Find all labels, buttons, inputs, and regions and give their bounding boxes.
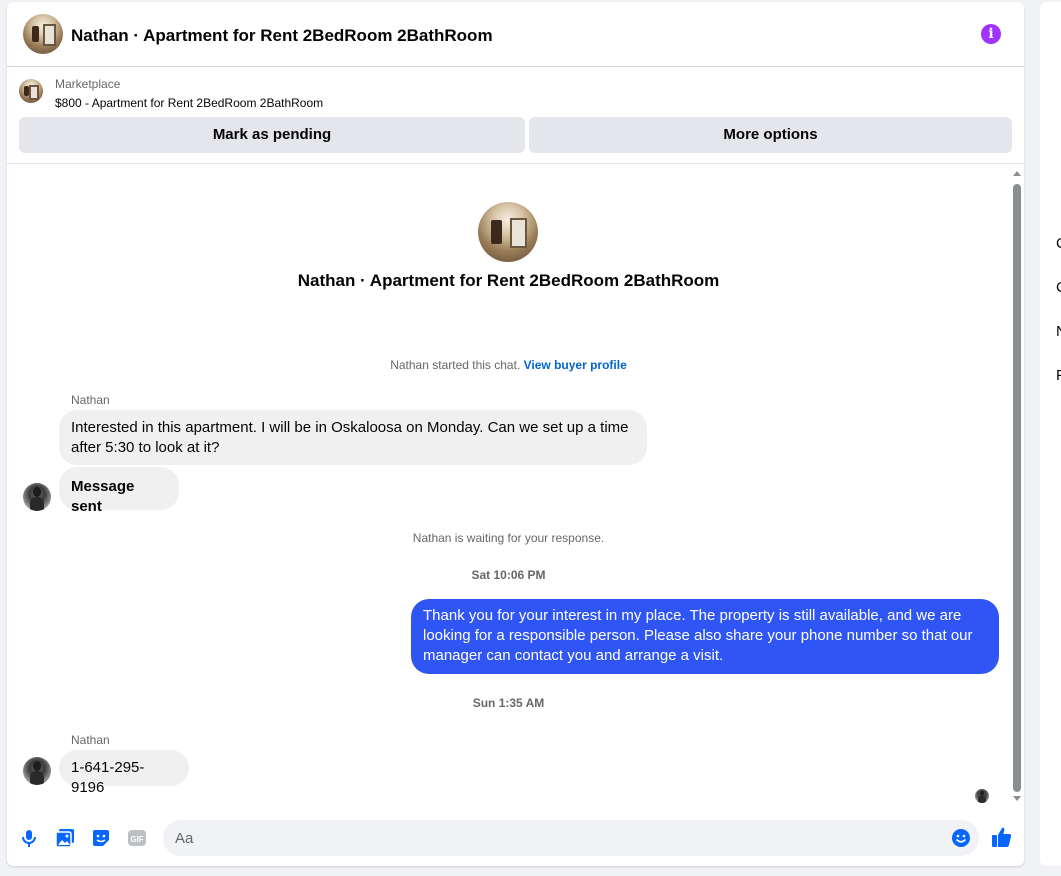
sender-avatar[interactable] [23, 757, 51, 785]
sender-avatar[interactable] [23, 483, 51, 511]
read-receipt-avatar [975, 789, 989, 803]
photo-icon[interactable] [55, 828, 75, 848]
right-panel-item[interactable]: C [1056, 235, 1061, 252]
chat-header: Nathan · Apartment for Rent 2BedRoom 2Ba… [7, 2, 1024, 67]
right-details-panel: C C N P [1040, 2, 1061, 866]
incoming-message[interactable]: 1-641-295-9196 [59, 750, 189, 796]
sticker-icon[interactable] [91, 828, 111, 848]
thumbs-up-icon[interactable] [991, 826, 1013, 848]
message-sender: Nathan [71, 733, 110, 747]
messages-scrollbar[interactable] [1010, 168, 1024, 808]
timestamp: Sun 1:35 AM [472, 696, 545, 710]
listing-title[interactable]: $800 - Apartment for Rent 2BedRoom 2Bath… [55, 96, 323, 110]
listing-avatar[interactable] [23, 14, 63, 54]
view-buyer-profile-link[interactable]: View buyer profile [524, 358, 627, 372]
listing-bar: Marketplace $800 - Apartment for Rent 2B… [7, 68, 1024, 164]
mark-as-pending-button[interactable]: Mark as pending [19, 117, 525, 153]
intro-title: Nathan · Apartment for Rent 2BedRoom 2Ba… [297, 271, 720, 290]
scroll-thumb[interactable] [1013, 184, 1021, 792]
emoji-icon[interactable] [951, 828, 971, 848]
waiting-notice: Nathan is waiting for your response. [412, 531, 605, 545]
timestamp: Sat 10:06 PM [471, 568, 546, 582]
info-icon[interactable]: i [981, 24, 1001, 44]
gif-icon[interactable]: GIF [127, 828, 147, 848]
incoming-message[interactable]: Message sent [59, 467, 179, 515]
listing-source: Marketplace [55, 77, 121, 91]
incoming-message[interactable]: Interested in this apartment. I will be … [59, 410, 647, 465]
outgoing-message[interactable]: Thank you for your interest in my place.… [411, 599, 999, 674]
chat-start-notice: Nathan started this chat. View buyer pro… [7, 358, 1010, 372]
listing-thumbnail[interactable] [19, 79, 43, 103]
message-composer: GIF [7, 808, 1024, 866]
gif-icon-label: GIF [130, 835, 143, 844]
microphone-icon[interactable] [19, 828, 39, 848]
chat-start-text: Nathan started this chat. [390, 358, 521, 372]
chat-title[interactable]: Nathan · Apartment for Rent 2BedRoom 2Ba… [71, 26, 493, 46]
chat-panel: Nathan · Apartment for Rent 2BedRoom 2Ba… [7, 2, 1024, 866]
right-panel-item[interactable]: N [1056, 323, 1061, 340]
message-input-wrapper [163, 820, 979, 856]
message-input[interactable] [175, 820, 935, 856]
message-sender: Nathan [71, 393, 110, 407]
right-panel-item[interactable]: P [1056, 367, 1061, 384]
intro-avatar[interactable] [478, 202, 538, 262]
more-options-button[interactable]: More options [529, 117, 1012, 153]
right-panel-item[interactable]: C [1056, 279, 1061, 296]
scroll-down-arrow-icon[interactable] [1013, 796, 1021, 801]
scroll-up-arrow-icon[interactable] [1013, 171, 1021, 176]
